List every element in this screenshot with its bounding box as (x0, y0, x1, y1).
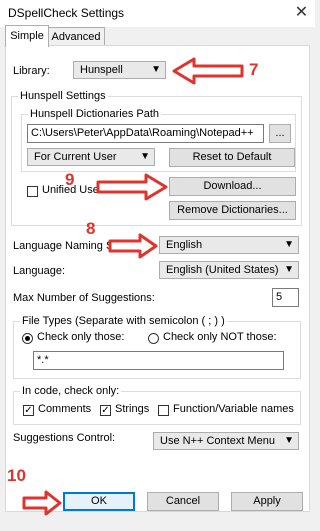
chevron-down-icon: ▼ (284, 239, 294, 250)
library-select[interactable]: Hunspell ▼ (73, 61, 166, 79)
chevron-down-icon: ▼ (151, 64, 161, 75)
tab-simple[interactable]: Simple (5, 25, 49, 47)
cancel-button[interactable]: Cancel (147, 492, 219, 511)
strings-checkbox[interactable]: ✓ (100, 405, 111, 416)
chevron-down-icon: ▼ (284, 435, 294, 446)
language-naming-value: English (166, 239, 203, 251)
language-value: English (United States) (166, 264, 279, 276)
function-variable-label: Function/Variable names (173, 403, 294, 415)
arrow-left-icon (172, 57, 244, 85)
arrow-right-icon (108, 233, 158, 259)
file-types-input[interactable]: *.* (33, 351, 284, 370)
check-only-radio[interactable] (22, 333, 33, 344)
browse-button[interactable]: ... (269, 124, 291, 143)
comments-label: Comments (38, 403, 92, 415)
check-only-not-radio[interactable] (148, 333, 159, 344)
window-title: DSpellCheck Settings (8, 6, 125, 20)
unified-user-dictionary-checkbox[interactable] (27, 186, 38, 197)
remove-dictionaries-button[interactable]: Remove Dictionaries... (169, 201, 296, 220)
file-types-title: File Types (Separate with semicolon ( ; … (20, 315, 227, 327)
annotation-step-7: 7 (249, 60, 259, 79)
arrow-right-icon (96, 173, 168, 201)
arrow-right-icon (22, 490, 62, 516)
in-code-title: In code, check only: (20, 385, 122, 397)
close-icon[interactable]: ✕ (288, 0, 315, 27)
reset-to-default-button[interactable]: Reset to Default (169, 148, 295, 167)
hunspell-settings-title: Hunspell Settings (18, 90, 108, 102)
user-scope-select[interactable]: For Current User ▼ (27, 148, 155, 166)
apply-button[interactable]: Apply (231, 492, 303, 511)
file-types-group (13, 321, 301, 379)
max-suggestions-input[interactable]: 5 (272, 288, 299, 307)
chevron-down-icon: ▼ (284, 264, 294, 275)
strings-label: Strings (115, 403, 150, 415)
function-variable-checkbox[interactable] (158, 405, 169, 416)
language-select[interactable]: English (United States) ▼ (159, 261, 299, 279)
annotation-step-8: 8 (86, 219, 96, 238)
check-only-label: Check only those: (37, 331, 125, 343)
language-naming-select[interactable]: English ▼ (159, 236, 299, 254)
language-label: Language: (13, 265, 65, 277)
check-only-not-label: Check only NOT those: (163, 331, 277, 343)
download-button[interactable]: Download... (169, 177, 296, 196)
ok-button[interactable]: OK (63, 492, 135, 511)
suggestions-control-label: Suggestions Control: (13, 432, 116, 444)
annotation-step-9: 9 (65, 170, 75, 189)
library-label: Library: (13, 65, 50, 77)
max-suggestions-label: Max Number of Suggestions: (13, 292, 155, 304)
tab-advanced[interactable]: Advanced (47, 27, 105, 46)
suggestions-control-select[interactable]: Use N++ Context Menu ▼ (153, 432, 299, 450)
user-scope-value: For Current User (34, 151, 117, 163)
chevron-down-icon: ▼ (140, 151, 150, 162)
suggestions-control-value: Use N++ Context Menu (160, 435, 275, 447)
library-value: Hunspell (80, 64, 123, 76)
annotation-step-10: 10 (7, 466, 26, 485)
comments-checkbox[interactable]: ✓ (23, 405, 34, 416)
dictionaries-path-input[interactable]: C:\Users\Peter\AppData\Roaming\Notepad++ (27, 124, 264, 143)
dictionaries-path-title: Hunspell Dictionaries Path (28, 108, 162, 120)
